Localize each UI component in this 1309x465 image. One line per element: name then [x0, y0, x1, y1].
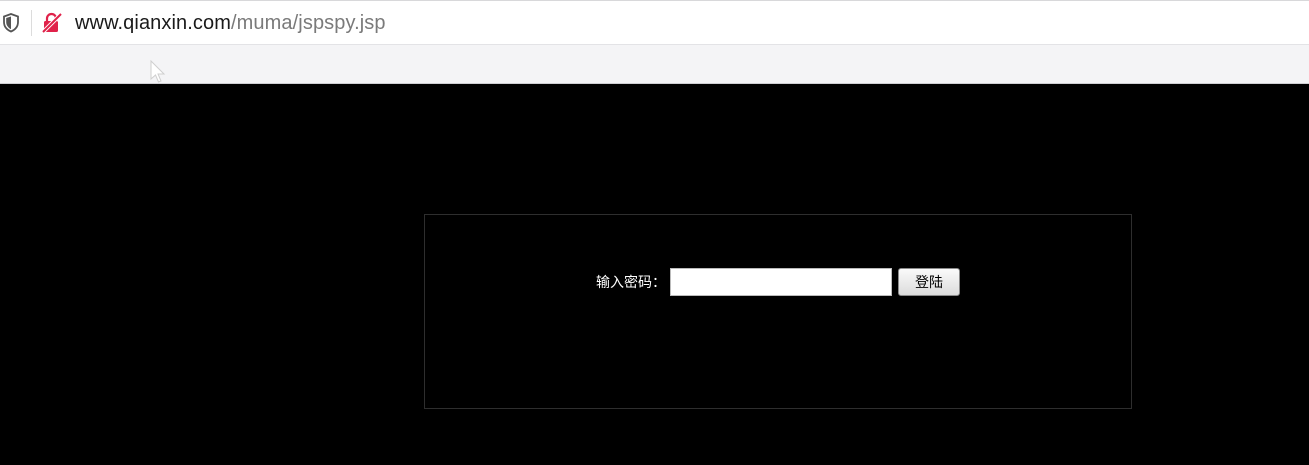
login-form: 输入密码： 登陆: [425, 267, 1131, 297]
address-bar-divider: [31, 10, 32, 36]
login-panel: 输入密码： 登陆: [424, 214, 1132, 409]
url-text[interactable]: www.qianxin.com/muma/jspspy.jsp: [75, 10, 386, 36]
browser-toolbar: [0, 44, 1309, 84]
mouse-cursor-icon: [150, 59, 168, 86]
browser-window: www.qianxin.com/muma/jspspy.jsp 输入密码： 登陆: [0, 0, 1309, 465]
login-button[interactable]: 登陆: [898, 268, 960, 296]
password-label: 输入密码：: [596, 275, 666, 291]
password-input[interactable]: [670, 268, 892, 296]
insecure-connection-icon[interactable]: [41, 12, 63, 34]
url-host: www.qianxin.com: [75, 12, 232, 34]
page-content: 输入密码： 登陆: [0, 84, 1309, 465]
url-path: /muma/jspspy.jsp: [231, 12, 386, 34]
shield-icon[interactable]: [2, 13, 20, 33]
address-bar[interactable]: www.qianxin.com/muma/jspspy.jsp: [0, 0, 1309, 44]
